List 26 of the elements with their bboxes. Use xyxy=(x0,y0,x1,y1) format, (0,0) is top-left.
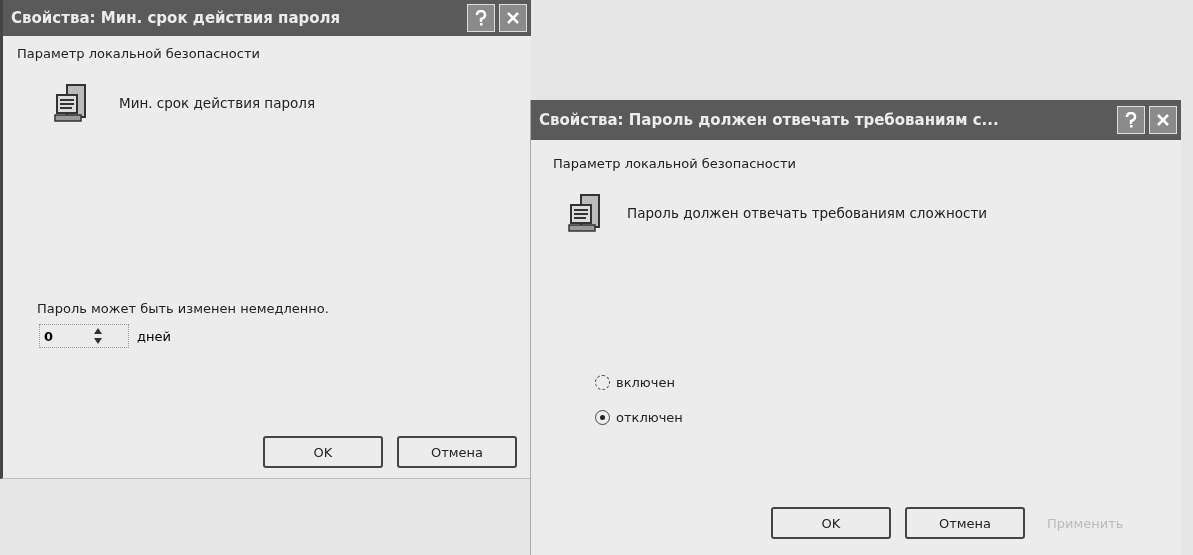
window-title: Свойства: Мин. срок действия пароля xyxy=(11,9,342,27)
radio-option[interactable]: отключен xyxy=(595,410,1159,425)
description-text: Пароль может быть изменен немедленно. xyxy=(37,301,330,316)
dialog-button[interactable]: OK xyxy=(771,507,891,539)
close-icon xyxy=(1156,113,1170,127)
group-label: Параметр локальной безопасности xyxy=(553,156,797,171)
unit-label: дней xyxy=(137,328,171,344)
help-icon xyxy=(1124,112,1138,128)
policy-scroll-icon xyxy=(53,83,89,123)
help-button[interactable] xyxy=(467,4,495,32)
close-icon xyxy=(506,11,520,25)
policy-scroll-icon xyxy=(567,193,603,233)
dialog-button[interactable]: OK xyxy=(263,436,383,468)
help-icon xyxy=(474,10,488,26)
dialog-button[interactable]: Отмена xyxy=(905,507,1025,539)
policy-name: Мин. срок действия пароля xyxy=(119,95,316,111)
close-button[interactable] xyxy=(499,4,527,32)
group-label: Параметр локальной безопасности xyxy=(17,46,261,61)
dialog-button[interactable]: Отмена xyxy=(397,436,517,468)
spin-arrows-icon xyxy=(93,327,104,345)
window-title: Свойства: Пароль должен отвечать требованиям с... xyxy=(539,111,1000,129)
help-button[interactable] xyxy=(1117,106,1145,134)
policy-name: Пароль должен отвечать требованиям сложности xyxy=(627,205,988,221)
close-button[interactable] xyxy=(1149,106,1177,134)
radio-option[interactable]: включен xyxy=(595,375,1159,390)
days-spinner[interactable]: 0 xyxy=(39,324,129,348)
